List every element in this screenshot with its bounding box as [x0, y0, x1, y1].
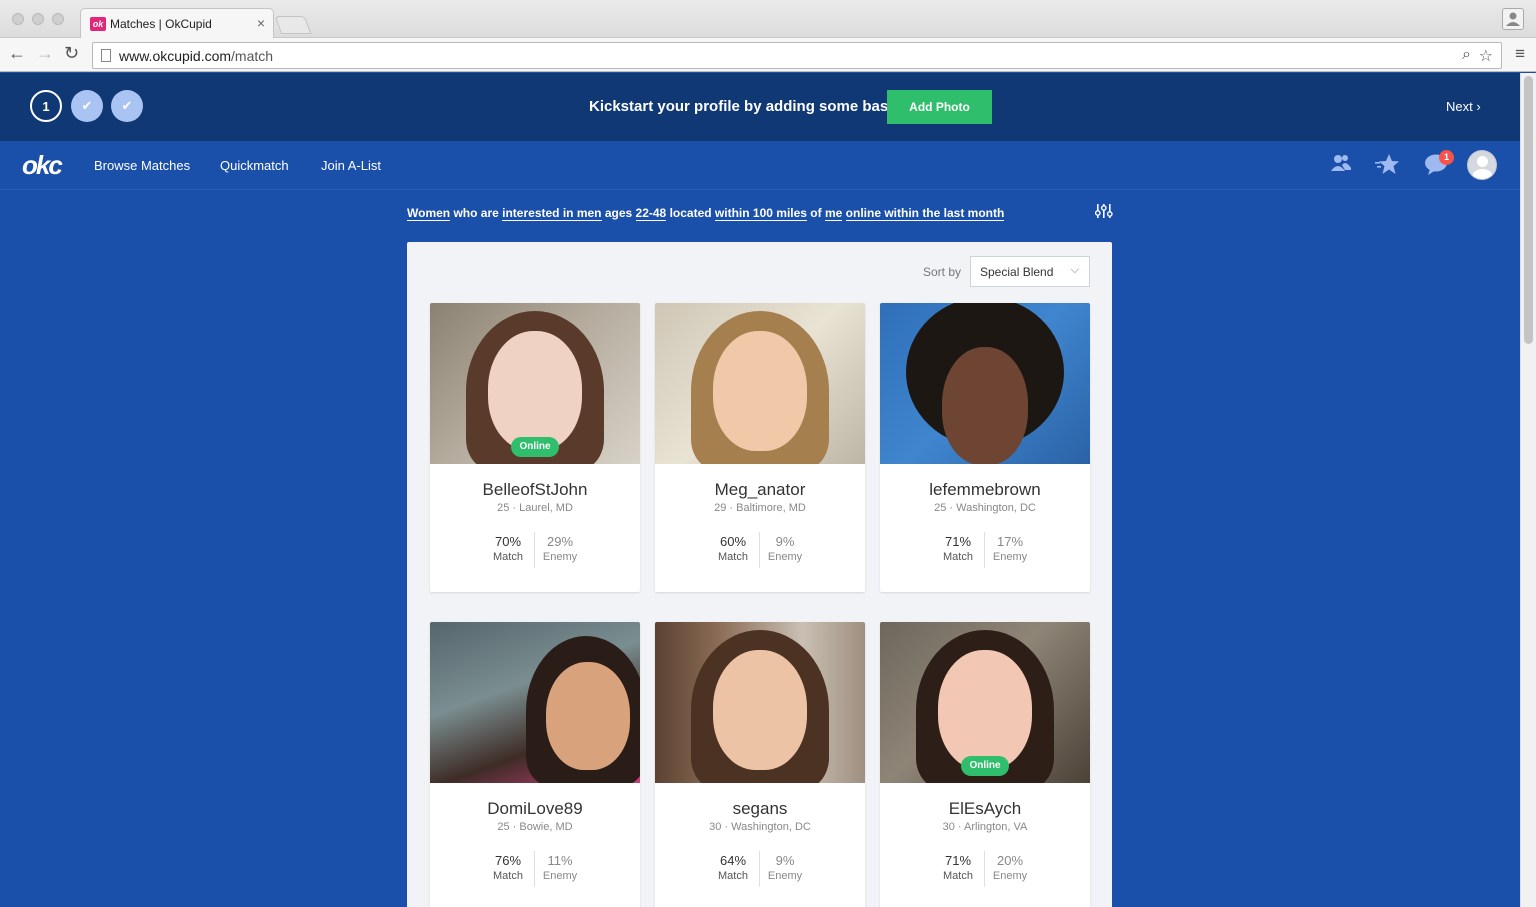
browser-toolbar: ← → ↻ www.okcupid.com/match ⌕ ☆ ≡	[0, 38, 1536, 72]
bookmark-star-icon[interactable]: ☆	[1479, 46, 1493, 66]
onboarding-message: Kickstart your profile by adding some ba…	[589, 98, 914, 115]
main-nav: okc Browse Matches Quickmatch Join A-Lis…	[0, 141, 1520, 190]
nav-browse-matches[interactable]: Browse Matches	[94, 158, 190, 173]
match-card[interactable]: lefemmebrown 25 · Washington, DC 71% Matc…	[880, 303, 1090, 592]
onboarding-step-3-check-icon[interactable]: ✔	[111, 90, 143, 122]
new-tab-button[interactable]	[274, 16, 312, 34]
profile-photo	[655, 622, 865, 783]
filter-ages[interactable]: 22-48	[635, 206, 667, 221]
chevron-down-icon: ⌵	[1070, 264, 1079, 276]
close-window-button[interactable]	[12, 13, 24, 25]
okc-logo[interactable]: okc	[22, 152, 63, 178]
username[interactable]: lefemmebrown	[880, 480, 1090, 500]
match-card[interactable]: DomiLove89 25 · Bowie, MD 76% Match 11% En…	[430, 622, 640, 907]
match-card[interactable]: segans 30 · Washington, DC 64% Match 9% En…	[655, 622, 865, 907]
add-photo-button[interactable]: Add Photo	[887, 90, 992, 124]
filter-activity[interactable]: online within the last month	[845, 206, 1005, 221]
minimize-window-button[interactable]	[32, 13, 44, 25]
match-percent: 70% Match	[493, 534, 523, 563]
people-icon[interactable]	[1330, 153, 1352, 179]
age-location: 25 · Bowie, MD	[497, 821, 573, 833]
forward-arrow-icon[interactable]: →	[36, 43, 54, 64]
filter-orientation[interactable]: interested in men	[502, 206, 602, 221]
match-percent: 76% Match	[493, 853, 523, 882]
nav-join-a-list[interactable]: Join A-List	[321, 158, 381, 173]
profile-photo	[655, 303, 865, 464]
back-arrow-icon[interactable]: ←	[8, 43, 26, 64]
username[interactable]: ElEsAych	[880, 799, 1090, 819]
browser-menu-icon[interactable]: ≡	[1515, 44, 1525, 64]
page-scrollbar[interactable]	[1520, 73, 1536, 907]
sort-label: Sort by	[923, 265, 962, 279]
scroll-thumb[interactable]	[1524, 76, 1533, 344]
filter-location[interactable]: me	[824, 206, 843, 221]
enemy-percent: 9% Enemy	[767, 534, 803, 563]
browser-tab[interactable]: ok Matches | OkCupid ×	[80, 8, 274, 38]
url-text: www.okcupid.com/match	[119, 48, 274, 64]
zoom-window-button[interactable]	[52, 13, 64, 25]
sort-value: Special Blend	[980, 265, 1054, 279]
match-results-panel: Sort by Special Blend ⌵ Online BelleofSt…	[407, 242, 1112, 907]
page-icon	[101, 49, 111, 62]
browser-profile-icon[interactable]	[1502, 8, 1524, 30]
tab-close-icon[interactable]: ×	[257, 15, 265, 31]
match-percent: 71% Match	[943, 853, 973, 882]
username[interactable]: Meg_anator	[655, 480, 865, 500]
username[interactable]: BelleofStJohn	[430, 480, 640, 500]
okcupid-favicon-icon: ok	[90, 17, 106, 31]
age-location: 30 · Washington, DC	[709, 821, 811, 833]
star-icon[interactable]	[1375, 153, 1399, 181]
enemy-percent: 29% Enemy	[542, 534, 578, 563]
match-percent: 64% Match	[718, 853, 748, 882]
nav-quickmatch[interactable]: Quickmatch	[220, 158, 289, 173]
username[interactable]: DomiLove89	[430, 799, 640, 819]
onboarding-step-2-check-icon[interactable]: ✔	[71, 90, 103, 122]
profile-photo	[880, 303, 1090, 464]
avatar[interactable]	[1467, 150, 1497, 180]
age-location: 29 · Baltimore, MD	[714, 502, 806, 514]
enemy-percent: 9% Enemy	[767, 853, 803, 882]
onboarding-step-1[interactable]: 1	[30, 90, 62, 122]
messages-badge: 1	[1439, 150, 1454, 165]
online-badge: Online	[511, 437, 559, 457]
profile-photo	[430, 622, 640, 783]
age-location: 25 · Washington, DC	[934, 502, 1036, 514]
match-percent: 71% Match	[943, 534, 973, 563]
match-card[interactable]: Online BelleofStJohn 25 · Laurel, MD 70%…	[430, 303, 640, 592]
onboarding-bar: 1 ✔ ✔ Kickstart your profile by adding s…	[0, 73, 1520, 141]
address-bar[interactable]: www.okcupid.com/match ⌕ ☆	[92, 42, 1502, 69]
search-icon[interactable]: ⌕	[1462, 46, 1471, 64]
age-location: 25 · Laurel, MD	[497, 502, 573, 514]
filter-gender[interactable]: Women	[407, 206, 451, 221]
filter-distance[interactable]: within 100 miles	[714, 206, 807, 221]
match-percent: 60% Match	[718, 534, 748, 563]
username[interactable]: segans	[655, 799, 865, 819]
match-card[interactable]: Meg_anator 29 · Baltimore, MD 60% Match 9…	[655, 303, 865, 592]
filter-sliders-icon[interactable]	[1094, 203, 1113, 224]
match-card[interactable]: Online ElEsAych 30 · Arlington, VA 71% Ma…	[880, 622, 1090, 907]
enemy-percent: 11% Enemy	[542, 853, 578, 882]
next-button[interactable]: Next ›	[1446, 99, 1481, 114]
reload-icon[interactable]: ↻	[64, 43, 79, 64]
enemy-percent: 17% Enemy	[992, 534, 1028, 563]
browser-titlebar: ok Matches | OkCupid ×	[0, 0, 1536, 38]
tab-title: Matches | OkCupid	[110, 17, 212, 31]
sort-dropdown[interactable]: Special Blend ⌵	[970, 256, 1090, 287]
online-badge: Online	[961, 756, 1009, 776]
match-filter-sentence: Women who are interested in men ages 22-…	[407, 206, 1005, 221]
enemy-percent: 20% Enemy	[992, 853, 1028, 882]
age-location: 30 · Arlington, VA	[942, 821, 1028, 833]
